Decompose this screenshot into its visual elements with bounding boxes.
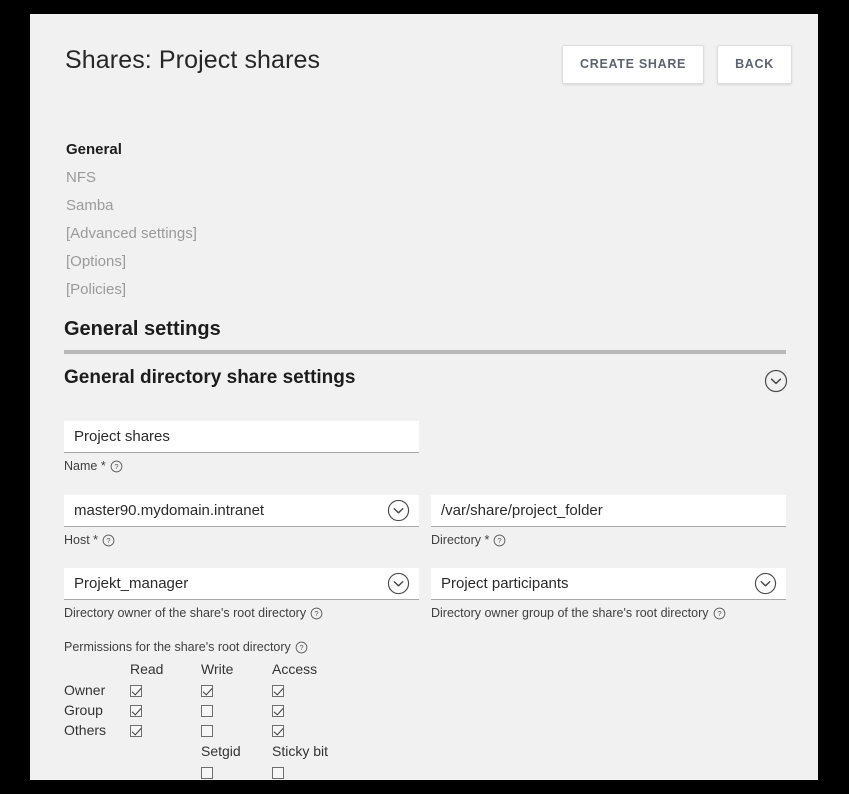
help-circle-icon[interactable]: ? <box>310 607 323 620</box>
help-circle-icon[interactable]: ? <box>713 607 726 620</box>
nav-item-policies[interactable]: [Policies] <box>66 276 197 304</box>
checkbox-cell-group-read <box>130 700 201 720</box>
checkbox-owner-write[interactable] <box>201 685 213 698</box>
svg-text:?: ? <box>299 643 303 652</box>
permissions-caption-row: Permissions for the share's root directo… <box>64 640 343 654</box>
nav-item-nfs[interactable]: NFS <box>66 164 197 192</box>
column-header-setgid: Setgid <box>201 743 241 759</box>
spacer-cell <box>64 740 130 762</box>
owner-group-label-row: Directory owner group of the share's roo… <box>431 606 786 620</box>
owner-input[interactable] <box>64 568 419 600</box>
host-input[interactable] <box>64 495 419 527</box>
directory-input[interactable] <box>431 495 786 527</box>
page-title: Shares: Project shares <box>65 46 321 74</box>
host-dropdown-chevron-down-circle-icon[interactable] <box>387 499 410 522</box>
name-input[interactable] <box>64 421 419 453</box>
help-circle-icon[interactable]: ? <box>493 534 506 547</box>
checkbox-cell-sticky-bit <box>272 762 343 780</box>
column-header-read: Read <box>130 661 164 677</box>
spacer-cell <box>130 762 201 780</box>
column-header-sticky-bit: Sticky bit <box>272 743 329 759</box>
page-panel: Shares: Project shares CREATE SHARE BACK… <box>30 14 818 780</box>
row-label-others: Others <box>64 722 107 738</box>
table-row: Group <box>64 700 343 720</box>
special-bits-header-row: Setgid Sticky bit <box>64 740 343 762</box>
name-field-group: Name * ? <box>64 421 419 473</box>
help-circle-icon[interactable]: ? <box>110 460 123 473</box>
checkbox-cell-owner-read <box>130 680 201 700</box>
table-row: Owner <box>64 680 343 700</box>
permissions-block: Permissions for the share's root directo… <box>64 640 343 780</box>
general-settings-heading: General settings <box>64 318 221 340</box>
directory-label-row: Directory * ? <box>431 533 786 547</box>
checkbox-cell-owner-write <box>201 680 272 700</box>
checkbox-cell-owner-access <box>272 680 343 700</box>
checkbox-group-read[interactable] <box>130 705 142 718</box>
svg-text:?: ? <box>498 536 502 545</box>
checkbox-owner-read[interactable] <box>130 685 142 698</box>
permissions-table: Read Write Access Owner Group Others Set… <box>64 660 343 780</box>
nav-item-samba[interactable]: Samba <box>66 192 197 220</box>
owner-group-dropdown-chevron-down-circle-icon[interactable] <box>754 572 777 595</box>
back-button[interactable]: BACK <box>717 45 792 84</box>
checkbox-owner-access[interactable] <box>272 685 284 698</box>
checkbox-cell-others-access <box>272 720 343 740</box>
spacer-cell <box>130 740 201 762</box>
checkbox-others-read[interactable] <box>130 725 142 738</box>
svg-text:?: ? <box>717 609 721 618</box>
section-nav: General NFS Samba [Advanced settings] [O… <box>66 136 197 304</box>
directory-label: Directory * <box>431 533 490 547</box>
host-field-group: Host * ? <box>64 495 419 547</box>
special-bits-row <box>64 762 343 780</box>
owner-label-row: Directory owner of the share's root dire… <box>64 606 419 620</box>
section-divider <box>64 350 786 354</box>
owner-dropdown-chevron-down-circle-icon[interactable] <box>387 572 410 595</box>
nav-item-options[interactable]: [Options] <box>66 248 197 276</box>
svg-text:?: ? <box>106 536 110 545</box>
svg-text:?: ? <box>314 609 318 618</box>
nav-item-advanced-settings[interactable]: [Advanced settings] <box>66 220 197 248</box>
host-label: Host * <box>64 533 99 547</box>
chevron-down-circle-icon[interactable] <box>764 369 788 393</box>
checkbox-others-access[interactable] <box>272 725 284 738</box>
owner-group-field-group: Directory owner group of the share's roo… <box>431 568 786 620</box>
owner-group-input[interactable] <box>431 568 786 600</box>
permissions-caption: Permissions for the share's root directo… <box>64 640 291 654</box>
help-circle-icon[interactable]: ? <box>102 534 115 547</box>
checkbox-group-write[interactable] <box>201 705 213 718</box>
host-label-row: Host * ? <box>64 533 419 547</box>
checkbox-cell-others-write <box>201 720 272 740</box>
directory-share-settings-heading: General directory share settings <box>64 367 356 388</box>
nav-item-general[interactable]: General <box>66 136 197 164</box>
checkbox-cell-group-access <box>272 700 343 720</box>
create-share-button[interactable]: CREATE SHARE <box>561 45 705 84</box>
permissions-corner-cell <box>64 660 130 680</box>
spacer-cell <box>64 762 130 780</box>
checkbox-sticky-bit[interactable] <box>272 767 284 780</box>
table-row: Others <box>64 720 343 740</box>
name-label-row: Name * ? <box>64 459 419 473</box>
name-label: Name * <box>64 459 106 473</box>
column-header-access: Access <box>272 661 318 677</box>
row-label-owner: Owner <box>64 682 106 698</box>
owner-label: Directory owner of the share's root dire… <box>64 606 307 620</box>
owner-field-group: Directory owner of the share's root dire… <box>64 568 419 620</box>
checkbox-cell-others-read <box>130 720 201 740</box>
column-header-write: Write <box>201 661 234 677</box>
help-circle-icon[interactable]: ? <box>295 641 308 654</box>
checkbox-group-access[interactable] <box>272 705 284 718</box>
checkbox-others-write[interactable] <box>201 725 213 738</box>
row-label-group: Group <box>64 702 103 718</box>
directory-field-group: Directory * ? <box>431 495 786 547</box>
page-header: Shares: Project shares CREATE SHARE BACK <box>30 14 818 104</box>
checkbox-cell-setgid <box>201 762 272 780</box>
header-actions: CREATE SHARE BACK <box>561 45 792 84</box>
owner-group-label: Directory owner group of the share's roo… <box>431 606 709 620</box>
svg-text:?: ? <box>114 462 118 471</box>
permissions-header-row: Read Write Access <box>64 660 343 680</box>
checkbox-cell-group-write <box>201 700 272 720</box>
checkbox-setgid[interactable] <box>201 767 213 780</box>
